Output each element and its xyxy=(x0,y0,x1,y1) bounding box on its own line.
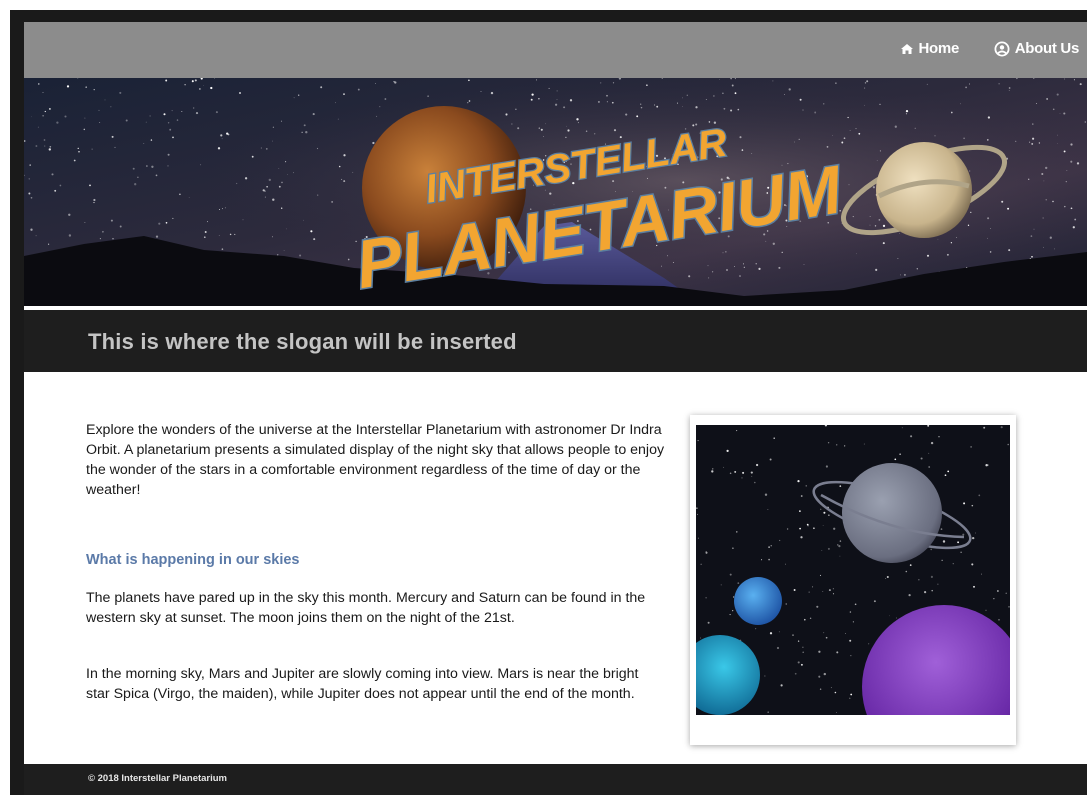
copyright-text: © 2018 Interstellar Planetarium xyxy=(88,773,228,784)
top-nav: Home About Us xyxy=(24,22,1087,78)
header-banner: INTERSTELLAR PLANETARIUM xyxy=(24,78,1087,306)
planets-image-card xyxy=(690,415,1016,745)
slogan-bar: This is where the slogan will be inserte… xyxy=(24,310,1087,372)
footer: © 2018 Interstellar Planetarium xyxy=(24,764,1087,795)
planets-paragraph: The planets have pared up in the sky thi… xyxy=(86,590,646,626)
intro-paragraph: Explore the wonders of the universe at t… xyxy=(86,422,665,498)
nav-home-link[interactable]: Home xyxy=(900,40,959,57)
home-icon xyxy=(900,43,914,55)
nav-home-label: Home xyxy=(918,40,960,57)
nav-about-link[interactable]: About Us xyxy=(994,40,1079,57)
slogan-text: This is where the slogan will be inserte… xyxy=(88,329,517,354)
nav-about-label: About Us xyxy=(1014,40,1080,57)
window-frame: Home About Us INTERSTELLAR PLANETARIUM T… xyxy=(10,10,1087,795)
skies-heading: What is happening in our skies xyxy=(86,552,300,568)
user-circle-icon xyxy=(994,41,1010,57)
morning-sky-paragraph: In the morning sky, Mars and Jupiter are… xyxy=(86,666,639,702)
page: Home About Us INTERSTELLAR PLANETARIUM T… xyxy=(24,22,1087,795)
planets-image xyxy=(696,425,1010,715)
